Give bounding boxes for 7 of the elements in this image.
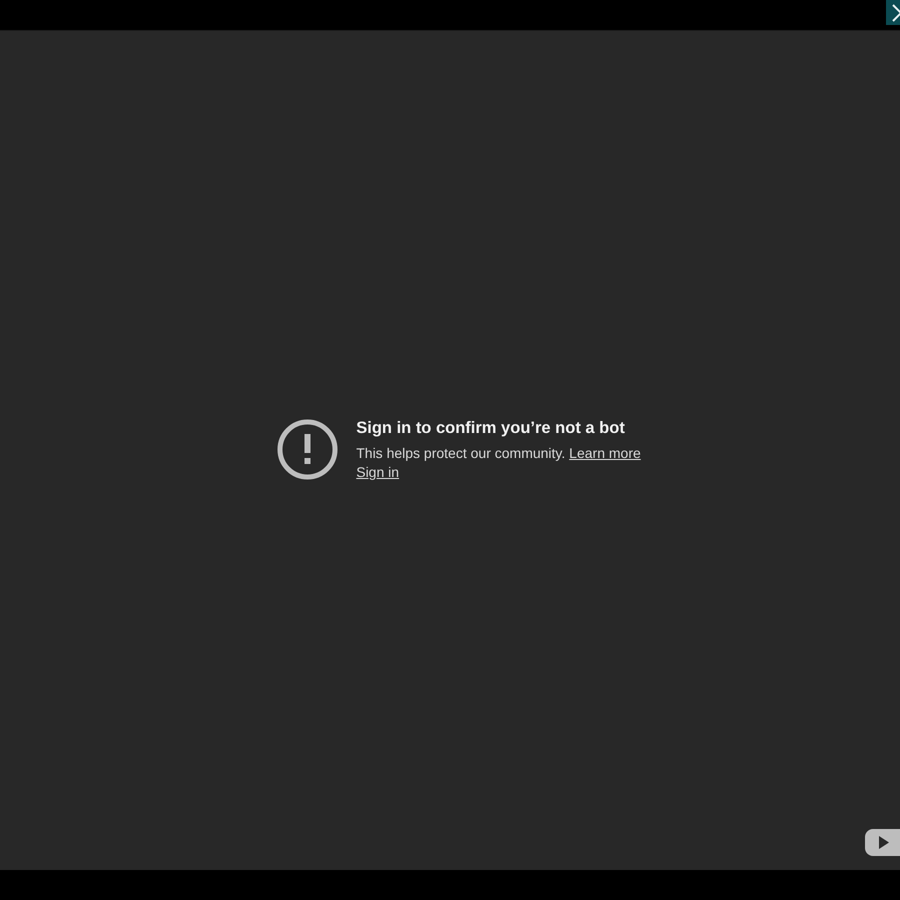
sign-in-link[interactable]: Sign in: [356, 464, 400, 480]
video-logo-icon[interactable]: [865, 829, 900, 856]
learn-more-link[interactable]: Learn more: [569, 445, 641, 461]
close-button[interactable]: [886, 0, 900, 25]
message-text: This helps protect our community. Learn more: [356, 444, 641, 463]
message-title: Sign in to confirm you’re not a bot: [356, 420, 626, 436]
warning-icon: [277, 419, 338, 480]
